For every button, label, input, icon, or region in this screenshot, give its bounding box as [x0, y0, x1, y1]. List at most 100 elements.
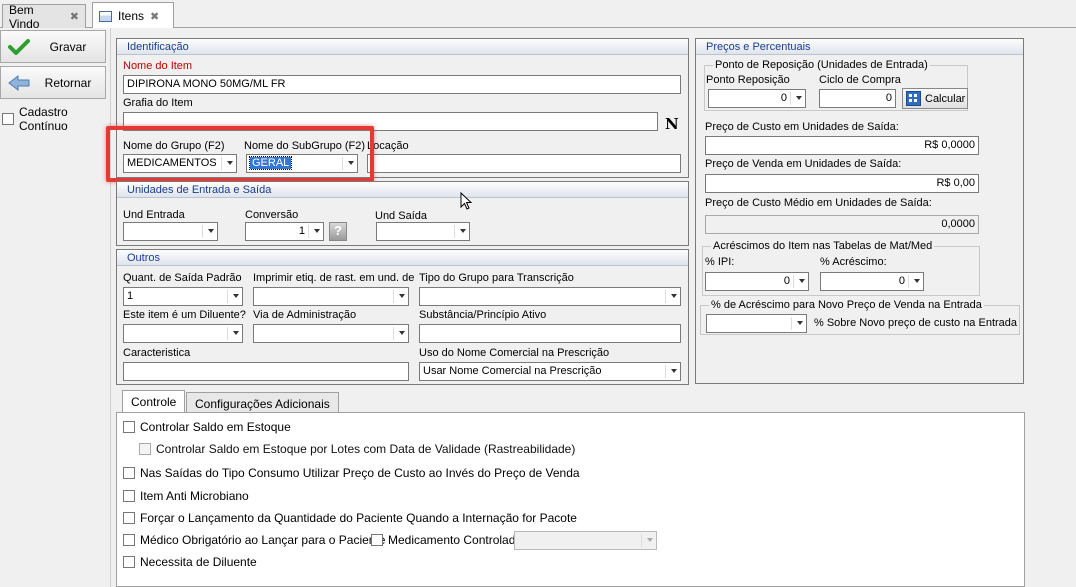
via-combo[interactable]: [253, 324, 409, 343]
checkbox-box[interactable]: [2, 113, 14, 125]
arrow-left-icon: [1, 74, 37, 92]
chevron-down-icon: [399, 331, 405, 335]
checkbox-label: Controlar Saldo em Estoque: [140, 420, 291, 434]
acrescimo-label: % Acréscimo:: [820, 256, 887, 268]
conversao-value: 1: [298, 225, 305, 237]
medio-label: Preço de Custo Médio em Unidades de Saíd…: [705, 197, 932, 209]
uso-combo[interactable]: Usar Nome Comercial na Prescrição: [419, 362, 681, 381]
close-icon[interactable]: ✖: [150, 10, 159, 23]
ciclo-input[interactable]: 0: [819, 89, 896, 108]
checkbox-label: Nas Saídas do Tipo Consumo Utilizar Preç…: [140, 466, 580, 480]
checkbox-medico-obrigatorio[interactable]: Médico Obrigatório ao Lançar para o Paci…: [123, 533, 385, 547]
acrescimo-value: 0: [898, 275, 905, 287]
outros-group: Outros Quant. de Saída Padrão 1 Imprimir…: [116, 249, 689, 385]
conversao-combo[interactable]: 1: [245, 222, 324, 241]
calcular-button[interactable]: Calcular: [902, 88, 968, 109]
acrescimo-combo[interactable]: 0: [820, 272, 924, 291]
custo-input[interactable]: R$ 0,0000: [705, 136, 979, 155]
chevron-down-icon: [314, 229, 320, 233]
medicamento-controlado-combo[interactable]: [514, 531, 657, 550]
continuous-label: Cadastro Contínuo: [19, 105, 68, 133]
venda-input[interactable]: R$ 0,00: [705, 174, 979, 193]
checkbox-label: Médico Obrigatório ao Lançar para o Paci…: [140, 533, 386, 547]
checkbox-box[interactable]: [123, 556, 135, 568]
chevron-down-icon: [399, 294, 405, 298]
nome-item-input[interactable]: DIPIRONA MONO 50MG/ML FR: [123, 75, 681, 94]
help-icon[interactable]: ?: [329, 222, 347, 241]
save-button[interactable]: Gravar: [0, 30, 106, 63]
checkbox-controlar-lotes[interactable]: Controlar Saldo em Estoque por Lotes com…: [139, 442, 575, 456]
ciclo-label: Ciclo de Compra: [819, 74, 901, 86]
checkbox-box[interactable]: [123, 534, 135, 546]
caracteristica-input[interactable]: [123, 362, 409, 381]
tipo-label: Tipo do Grupo para Transcrição: [419, 272, 574, 284]
chevron-down-icon: [796, 96, 802, 100]
conversao-label: Conversão: [245, 209, 299, 221]
und-saida-combo[interactable]: [376, 222, 470, 241]
ponto-label: Ponto Reposição: [706, 74, 790, 86]
und-entrada-label: Und Entrada: [123, 209, 185, 221]
checkbox-forcar-lancamento[interactable]: Forçar o Lançamento da Quantidade do Pac…: [123, 511, 577, 525]
checkbox-box[interactable]: [123, 421, 135, 433]
chevron-down-icon: [647, 538, 653, 542]
tipo-combo[interactable]: [419, 287, 681, 306]
tab-bem-vindo[interactable]: Bem Vindo ✖: [2, 2, 86, 31]
checkbox-box[interactable]: [123, 467, 135, 479]
controle-panel: Controlar Saldo em Estoque Controlar Sal…: [116, 412, 1025, 587]
checkbox-controlar-saldo[interactable]: Controlar Saldo em Estoque: [123, 420, 291, 434]
checkbox-box[interactable]: [123, 512, 135, 524]
chevron-down-icon: [233, 294, 239, 298]
chevron-down-icon: [914, 279, 920, 283]
ipi-combo[interactable]: 0: [705, 272, 809, 291]
highlight-box: [106, 126, 374, 182]
mouse-cursor-icon: [460, 192, 473, 210]
caracteristica-label: Caracteristica: [123, 347, 191, 359]
precos-group: Preços e Percentuais Ponto de Reposição …: [695, 38, 1024, 384]
checkbox-label: Controlar Saldo em Estoque por Lotes com…: [156, 442, 576, 456]
group-title: Outros: [117, 250, 688, 266]
return-label: Retornar: [44, 75, 92, 90]
checkbox-box[interactable]: [139, 443, 151, 455]
substancia-label: Substância/Princípio Ativo: [419, 309, 547, 321]
substancia-input[interactable]: [419, 324, 681, 343]
tab-itens[interactable]: Itens ✖: [92, 2, 174, 29]
tab-controle[interactable]: Controle: [122, 390, 186, 414]
uso-value: Usar Nome Comercial na Prescrição: [423, 365, 602, 377]
diluente-combo[interactable]: [123, 324, 243, 343]
checkbox-necessita-diluente[interactable]: Necessita de Diluente: [123, 555, 257, 569]
ipi-label: % IPI:: [705, 256, 735, 268]
ponto-value: 0: [780, 92, 787, 104]
ponto-title: Ponto de Reposição (Unidades de Entrada): [713, 59, 930, 71]
checkbox-box[interactable]: [371, 534, 383, 546]
checkbox-box[interactable]: [123, 490, 135, 502]
group-title: Identificação: [117, 39, 688, 55]
locacao-input[interactable]: [367, 154, 681, 173]
acresc-title: Acréscimos do Item nas Tabelas de Mat/Me…: [711, 240, 935, 252]
novo-title: % de Acréscimo para Novo Preço de Venda …: [709, 299, 984, 311]
tab-configuracoes-adicionais[interactable]: Configurações Adicionais: [186, 392, 339, 414]
text-n-button[interactable]: N: [665, 115, 679, 133]
calcular-label: Calcular: [925, 92, 966, 105]
checkbox-medicamento-controlado[interactable]: Medicamento Controlado: [371, 533, 522, 547]
checkbox-anti-microbiano[interactable]: Item Anti Microbiano: [123, 489, 249, 503]
nome-item-label: Nome do Item: [123, 60, 193, 72]
novo-preco-combo[interactable]: [706, 314, 807, 333]
und-entrada-combo[interactable]: [123, 222, 218, 241]
chevron-down-icon: [208, 229, 214, 233]
group-title: Unidades de Entrada e Saída: [117, 182, 688, 198]
continuous-checkbox[interactable]: Cadastro Contínuo: [2, 105, 108, 133]
checkmark-icon: [1, 38, 37, 56]
diluente-label: Este item é um Diluente?: [123, 309, 246, 321]
close-icon[interactable]: ✖: [70, 10, 79, 23]
tab-label: Bem Vindo: [9, 2, 40, 31]
ponto-combo[interactable]: 0: [708, 89, 806, 108]
imprimir-combo[interactable]: [253, 287, 409, 306]
unidades-group: Unidades de Entrada e Saída Und Entrada …: [116, 181, 689, 246]
uso-label: Uso do Nome Comercial na Prescrição: [419, 347, 610, 359]
chevron-down-icon: [233, 331, 239, 335]
quant-combo[interactable]: 1: [123, 287, 243, 306]
checkbox-preco-custo[interactable]: Nas Saídas do Tipo Consumo Utilizar Preç…: [123, 466, 580, 480]
return-button[interactable]: Retornar: [0, 66, 106, 99]
custo-label: Preço de Custo em Unidades de Saída:: [705, 121, 899, 133]
chevron-down-icon: [460, 229, 466, 233]
